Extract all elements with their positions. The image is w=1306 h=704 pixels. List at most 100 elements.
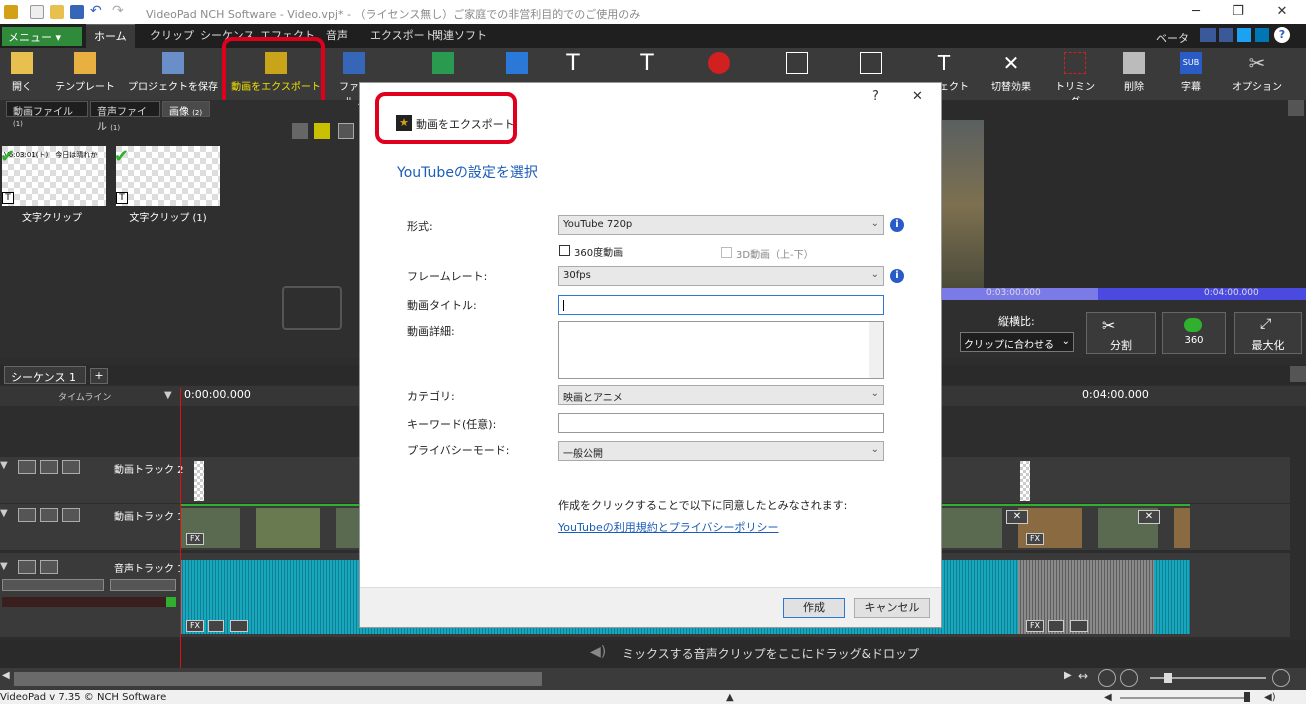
sequence-tab-label: シーケンス 1 xyxy=(11,371,76,384)
sequence-tab[interactable]: シーケンス 1 ✕ xyxy=(4,366,86,398)
textarea-scrollbar[interactable] xyxy=(869,322,883,378)
help-icon[interactable]: ? xyxy=(1274,27,1290,43)
category-select[interactable]: 映画とアニメ ⌄ xyxy=(558,385,884,405)
linkedin-icon[interactable] xyxy=(1255,28,1269,42)
framerate-select[interactable]: 30fps ⌄ xyxy=(558,266,884,286)
dialog-close-button[interactable]: ✕ xyxy=(912,89,923,104)
aspect-ratio-select[interactable]: クリップに合わせる ⌄ xyxy=(960,332,1074,352)
clip-fx-button[interactable]: FX xyxy=(1026,533,1044,545)
undo-icon[interactable]: ↶ xyxy=(90,3,102,19)
tab-video-files[interactable]: 動画ファイル (1) xyxy=(6,101,88,128)
video-description-textarea[interactable] xyxy=(558,321,884,379)
format-select[interactable]: YouTube 720p ⌄ xyxy=(558,215,884,235)
transitions-button[interactable]: ✕ 切替効果 xyxy=(984,52,1038,96)
volume-slider[interactable] xyxy=(2,579,104,591)
open-button[interactable]: 開く xyxy=(2,52,42,96)
split-button[interactable]: 分割 xyxy=(1086,312,1156,354)
eye-icon[interactable] xyxy=(18,460,36,474)
preview-timebar[interactable]: 0:03:00.000 0:04:00.000 xyxy=(942,288,1306,300)
keywords-input[interactable] xyxy=(558,413,884,433)
bin-list-view-icon[interactable] xyxy=(338,123,354,139)
fit-width-icon[interactable]: ↔ xyxy=(1078,669,1088,683)
fx-toggle-icon[interactable] xyxy=(40,508,58,522)
scroll-right-icon[interactable]: ▶ xyxy=(1064,670,1072,681)
timeline-undock-icon[interactable] xyxy=(1290,366,1306,382)
bin-delete-icon[interactable] xyxy=(292,123,308,139)
delete-button[interactable]: 削除 xyxy=(1116,52,1152,96)
zoom-out-icon[interactable] xyxy=(1120,669,1138,687)
master-volume-slider[interactable] xyxy=(1120,697,1246,699)
open-folder-icon[interactable] xyxy=(50,5,64,19)
audio-loop-icon[interactable] xyxy=(1070,620,1088,632)
zoom-in-icon[interactable] xyxy=(1272,669,1290,687)
video-clip-strip[interactable] xyxy=(180,508,360,548)
main-menu-button[interactable]: メニュー ▾ xyxy=(2,27,82,46)
eye-icon[interactable] xyxy=(18,508,36,522)
audio-volume-icon[interactable] xyxy=(208,620,224,632)
add-sequence-button[interactable]: + xyxy=(90,368,108,384)
bin-add-folder-icon[interactable] xyxy=(314,123,330,139)
clip-fx-button[interactable]: FX xyxy=(186,533,204,545)
text-clip-thumbnail[interactable]: V6:03:01(ト) 今日は晴れか xyxy=(2,146,106,206)
cancel-button[interactable]: キャンセル xyxy=(854,598,930,618)
transition-marker-icon[interactable]: ✕ xyxy=(1006,510,1028,524)
master-volume-handle[interactable] xyxy=(1244,692,1250,702)
zoom-slider-handle[interactable] xyxy=(1164,673,1172,683)
create-button[interactable]: 作成 xyxy=(783,598,845,618)
scroll-thumb[interactable] xyxy=(14,672,542,686)
expand-icon[interactable]: ▼ xyxy=(0,508,8,519)
tab-home[interactable]: ホーム xyxy=(86,24,135,48)
audio-loop-icon[interactable] xyxy=(230,620,248,632)
expand-icon[interactable]: ▼ xyxy=(0,460,8,471)
timeline-dropdown-icon[interactable]: ▼ xyxy=(164,390,172,401)
lock-icon[interactable] xyxy=(62,460,80,474)
lock-icon[interactable] xyxy=(40,560,58,574)
playhead[interactable] xyxy=(180,388,181,668)
audio-fx-button[interactable]: FX xyxy=(1026,620,1044,632)
pan-slider[interactable] xyxy=(110,579,176,591)
timeline-time-marker: 0:04:00.000 xyxy=(1082,388,1149,401)
facebook-icon[interactable] xyxy=(1219,28,1233,42)
save-project-button[interactable]: プロジェクトを保存 xyxy=(128,52,218,96)
undock-icon[interactable] xyxy=(1288,100,1304,116)
audio-fx-button[interactable]: FX xyxy=(186,620,204,632)
track-clip[interactable] xyxy=(194,461,204,501)
terms-privacy-link[interactable]: YouTubeの利用規約とプライバシーポリシー xyxy=(558,519,779,535)
audio-volume-icon[interactable] xyxy=(1048,620,1064,632)
redo-icon[interactable]: ↷ xyxy=(112,3,124,19)
format-info-icon[interactable]: i xyxy=(890,218,904,232)
video-fx-icon xyxy=(786,52,808,74)
video-title-input[interactable] xyxy=(558,295,884,315)
speaker-icon[interactable] xyxy=(18,560,36,574)
trim-button[interactable]: トリミング xyxy=(1052,52,1098,108)
like-icon[interactable] xyxy=(1200,28,1216,42)
close-window-button[interactable]: ✕ xyxy=(1262,2,1302,22)
tab-audio-files[interactable]: 音声ファイル (1) xyxy=(90,101,160,133)
expand-up-icon[interactable]: ▲ xyxy=(726,692,734,703)
options-button[interactable]: ✂ オプション xyxy=(1232,52,1282,96)
3d-video-checkbox[interactable] xyxy=(721,247,732,258)
zoom-fit-icon[interactable] xyxy=(1098,669,1116,687)
transition-marker-icon[interactable]: ✕ xyxy=(1138,510,1160,524)
restore-button[interactable]: ❐ xyxy=(1218,2,1258,22)
fx-toggle-icon[interactable] xyxy=(40,460,58,474)
track-clip[interactable] xyxy=(1020,461,1030,501)
new-file-icon[interactable] xyxy=(30,5,44,19)
save-icon[interactable] xyxy=(70,5,84,19)
audio-waveform[interactable] xyxy=(942,560,1018,634)
scroll-left-icon[interactable]: ◀ xyxy=(2,670,10,681)
minimize-button[interactable]: ─ xyxy=(1176,2,1216,22)
subtitle-button[interactable]: SUB 字幕 xyxy=(1170,52,1212,96)
template-button[interactable]: テンプレート xyxy=(52,52,118,96)
360-video-checkbox[interactable] xyxy=(559,245,570,256)
tab-images[interactable]: 画像 (2) xyxy=(162,101,210,118)
lock-icon[interactable] xyxy=(62,508,80,522)
dialog-help-button[interactable]: ? xyxy=(872,89,879,104)
tab-related-software[interactable]: 関連ソフト xyxy=(424,24,495,48)
expand-icon[interactable]: ▼ xyxy=(0,561,8,572)
privacy-select[interactable]: 一般公開 ⌄ xyxy=(558,441,884,461)
twitter-icon[interactable] xyxy=(1237,28,1251,42)
audio-waveform[interactable] xyxy=(1154,560,1190,634)
framerate-info-icon[interactable]: i xyxy=(890,269,904,283)
text-clip-1-thumbnail[interactable] xyxy=(116,146,220,206)
